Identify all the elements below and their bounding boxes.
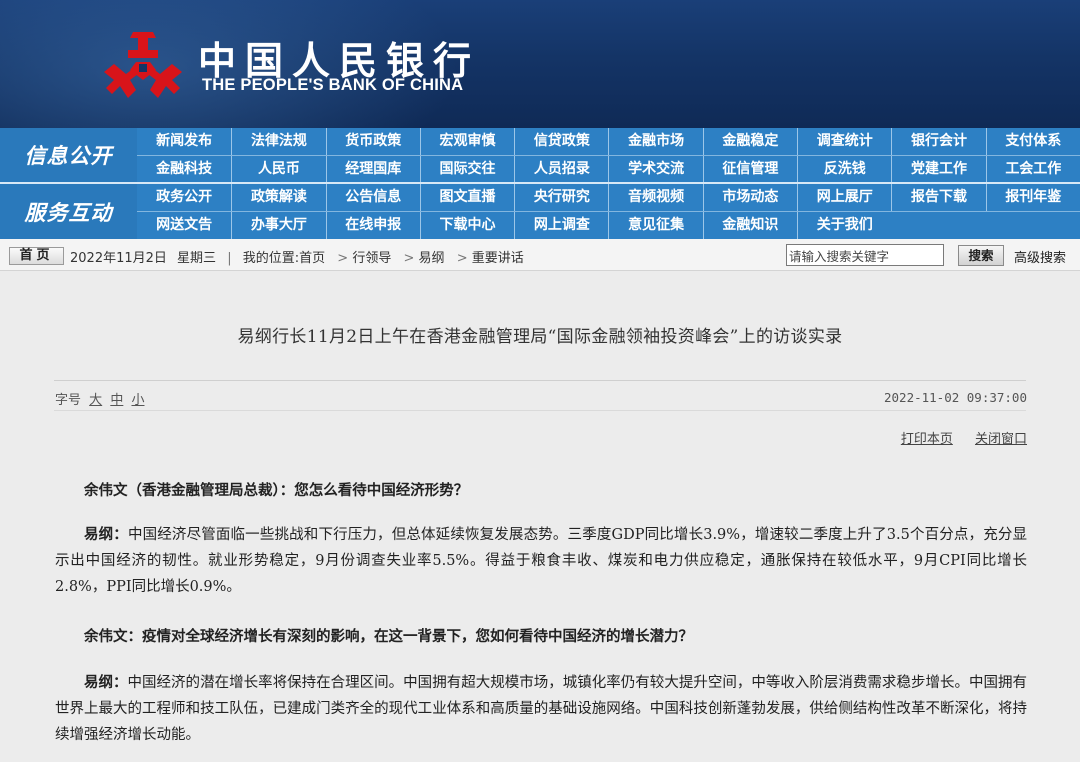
nav-item[interactable]: 人员招录 [514,156,608,183]
breadcrumb-bar: 首页 2022年11月2日 星期三 | 我的位置:首页 > 行领导 > 易纲 >… [0,239,1080,271]
question-paragraph: 余伟文：疫情对全球经济增长有深刻的影响，在这一背景下，您如何看待中国经济的增长潜… [84,628,693,645]
answer-text: 中国经济尽管面临一些挑战和下行压力，但总体延续恢复发展态势。三季度GDP同比增长… [55,527,1028,595]
nav-item[interactable]: 法律法规 [231,128,325,155]
nav-item[interactable]: 政务公开 [137,184,231,211]
chevron-right-icon: > [337,251,349,266]
nav-item[interactable]: 意见征集 [608,212,702,239]
nav-item[interactable]: 音频视频 [608,184,702,211]
breadcrumb: 2022年11月2日 星期三 | 我的位置:首页 > 行领导 > 易纲 > 重要… [70,247,524,266]
divider [54,380,1026,381]
breadcrumb-link[interactable]: 首页 [299,251,325,266]
nav-item[interactable]: 金融市场 [608,128,702,155]
nav-item[interactable]: 网上调查 [514,212,608,239]
font-size-control: 字号 大 中 小 [55,389,144,408]
nav-item[interactable]: 反洗钱 [797,156,891,183]
nav-group-title-info: 信息公开 [0,128,137,182]
nav-item[interactable]: 支付体系 [985,128,1080,155]
breadcrumb-current: 重要讲话 [471,251,524,266]
nav-item[interactable]: 宏观审慎 [419,128,514,155]
site-header: 中国人民银行 THE PEOPLE'S BANK OF CHINA [0,0,1080,128]
answer-paragraph: 易纲：中国经济的潜在增长率将保持在合理区间。中国拥有超大规模市场，城镇化率仍有较… [55,670,1027,748]
nav-item[interactable]: 市场动态 [702,184,797,211]
nav-item[interactable]: 银行会计 [891,128,985,155]
nav-item[interactable]: 党建工作 [891,156,985,183]
main-nav: 信息公开 新闻发布 法律法规 货币政策 宏观审慎 信贷政策 金融市场 金融稳定 … [0,128,1080,239]
nav-group-info: 信息公开 新闻发布 法律法规 货币政策 宏观审慎 信贷政策 金融市场 金融稳定 … [0,128,1080,183]
current-date: 2022年11月2日 [70,251,167,266]
pboc-emblem-icon[interactable] [100,28,186,104]
nav-item[interactable]: 经理国库 [325,156,420,183]
nav-row: 金融科技 人民币 经理国库 国际交往 人员招录 学术交流 征信管理 反洗钱 党建… [137,156,1080,183]
current-weekday: 星期三 [177,251,217,266]
search-input[interactable] [786,244,944,266]
chevron-right-icon: > [403,251,415,266]
print-page-link[interactable]: 打印本页 [901,432,953,447]
nav-row: 政务公开 政策解读 公告信息 图文直播 央行研究 音频视频 市场动态 网上展厅 … [137,184,1080,212]
nav-row: 网送文告 办事大厅 在线申报 下载中心 网上调查 意见征集 金融知识 关于我们 [137,212,1080,239]
nav-item[interactable]: 政策解读 [231,184,325,211]
nav-item[interactable]: 信贷政策 [514,128,608,155]
advanced-search-link[interactable]: 高级搜索 [1014,247,1066,266]
answer-text: 中国经济的潜在增长率将保持在合理区间。中国拥有超大规模市场，城镇化率仍有较大提升… [55,675,1028,743]
nav-group-title-service: 服务互动 [0,184,137,239]
nav-item[interactable]: 报告下载 [891,184,985,211]
breadcrumb-link[interactable]: 易纲 [419,251,445,266]
article-actions: 打印本页 关闭窗口 [883,428,1027,447]
nav-item[interactable]: 报刊年鉴 [985,184,1080,211]
nav-item[interactable]: 网送文告 [137,212,231,239]
nav-item[interactable]: 货币政策 [325,128,420,155]
location-label: 我的位置: [242,251,300,266]
font-size-label: 字号 [55,393,82,408]
nav-group-service: 服务互动 政务公开 政策解读 公告信息 图文直播 央行研究 音频视频 市场动态 … [0,184,1080,239]
speaker-name: 易纲： [84,674,128,691]
nav-item[interactable]: 下载中心 [419,212,514,239]
nav-item[interactable]: 在线申报 [325,212,420,239]
divider [54,410,1026,411]
nav-item[interactable]: 学术交流 [608,156,702,183]
nav-item[interactable]: 征信管理 [702,156,797,183]
nav-item[interactable]: 公告信息 [325,184,420,211]
font-size-large[interactable]: 大 [89,393,102,408]
answer-paragraph: 易纲：中国经济尽管面临一些挑战和下行压力，但总体延续恢复发展态势。三季度GDP同… [55,522,1027,600]
chevron-right-icon: > [456,251,468,266]
nav-item[interactable]: 办事大厅 [231,212,325,239]
nav-item[interactable]: 金融稳定 [702,128,797,155]
question-paragraph: 余伟文（香港金融管理局总裁）：您怎么看待中国经济形势？ [84,482,469,499]
nav-item[interactable]: 新闻发布 [137,128,231,155]
article-title: 易纲行长11月2日上午在香港金融管理局“国际金融领袖投资峰会”上的访谈实录 [237,327,843,347]
nav-item[interactable]: 网上展厅 [797,184,891,211]
speaker-name: 易纲： [84,526,128,543]
nav-item[interactable]: 图文直播 [419,184,514,211]
nav-item[interactable]: 人民币 [231,156,325,183]
font-size-small[interactable]: 小 [131,393,144,408]
nav-row: 新闻发布 法律法规 货币政策 宏观审慎 信贷政策 金融市场 金融稳定 调查统计 … [137,128,1080,156]
search-button[interactable]: 搜索 [958,245,1004,266]
close-window-link[interactable]: 关闭窗口 [975,432,1027,447]
divider: | [227,251,232,266]
nav-item[interactable]: 调查统计 [797,128,891,155]
breadcrumb-link[interactable]: 行领导 [352,251,391,266]
font-size-medium[interactable]: 中 [110,393,123,408]
nav-item[interactable]: 工会工作 [985,156,1080,183]
nav-item[interactable]: 关于我们 [797,212,891,239]
nav-item[interactable]: 金融知识 [702,212,797,239]
nav-item[interactable]: 国际交往 [419,156,514,183]
nav-item[interactable]: 央行研究 [514,184,608,211]
logo-english-name[interactable]: THE PEOPLE'S BANK OF CHINA [202,76,463,95]
nav-item[interactable]: 金融科技 [137,156,231,183]
home-button[interactable]: 首页 [9,247,64,265]
publish-datetime: 2022-11-02 09:37:00 [884,390,1027,405]
